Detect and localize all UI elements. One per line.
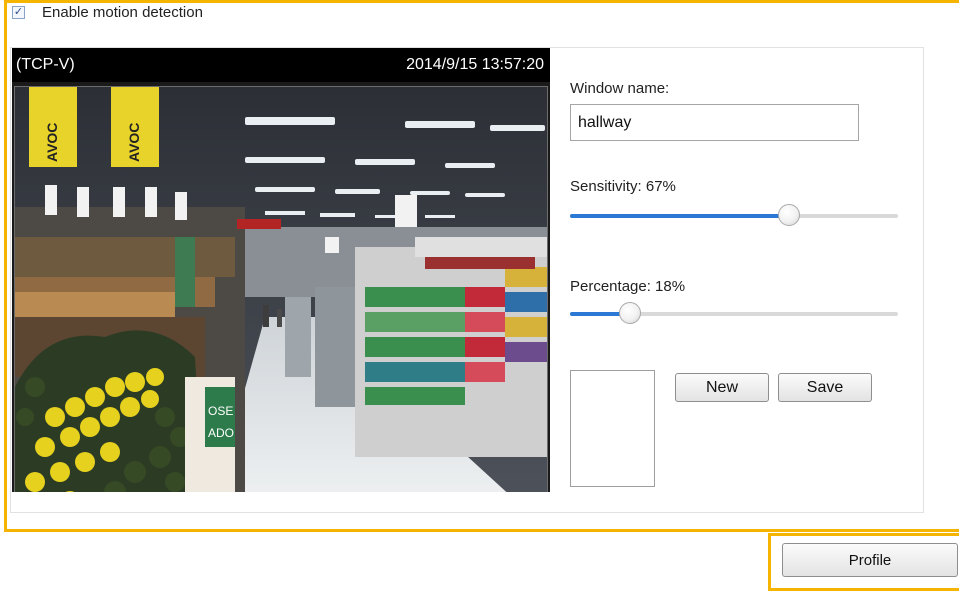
sensitivity-slider[interactable]: [570, 204, 898, 228]
window-name-input[interactable]: [570, 104, 859, 141]
slider-thumb[interactable]: [619, 302, 642, 324]
stream-label: (TCP-V): [16, 56, 75, 73]
video-timestamp: 2014/9/15 13:57:20: [406, 56, 544, 73]
save-button[interactable]: Save: [778, 373, 872, 402]
enable-motion-label: Enable motion detection: [42, 3, 203, 21]
checkmark-icon: ✓: [13, 5, 24, 18]
enable-motion-row[interactable]: ✓ Enable motion detection: [12, 2, 203, 22]
percentage-label: Percentage: 18%: [570, 278, 686, 295]
camera-image[interactable]: AVOC AVOC OSE ADO: [14, 86, 548, 492]
video-view[interactable]: (TCP-V) 2014/9/15 13:57:20 AVOC AVOC OSE…: [12, 48, 550, 492]
svg-text:AVOC: AVOC: [126, 123, 142, 162]
enable-motion-checkbox[interactable]: ✓: [12, 5, 25, 19]
percentage-slider[interactable]: [570, 302, 898, 326]
slider-fill: [570, 214, 789, 218]
profile-button[interactable]: Profile: [782, 543, 958, 577]
window-preview-box: [570, 370, 655, 487]
svg-text:OSE: OSE: [208, 404, 233, 418]
new-button[interactable]: New: [675, 373, 769, 402]
svg-text:ADO: ADO: [208, 426, 234, 440]
svg-text:AVOC: AVOC: [44, 123, 60, 162]
sensitivity-label: Sensitivity: 67%: [570, 178, 676, 195]
window-name-label: Window name:: [570, 80, 670, 97]
video-caption-bar: (TCP-V) 2014/9/15 13:57:20: [12, 48, 550, 82]
slider-thumb[interactable]: [777, 204, 800, 226]
